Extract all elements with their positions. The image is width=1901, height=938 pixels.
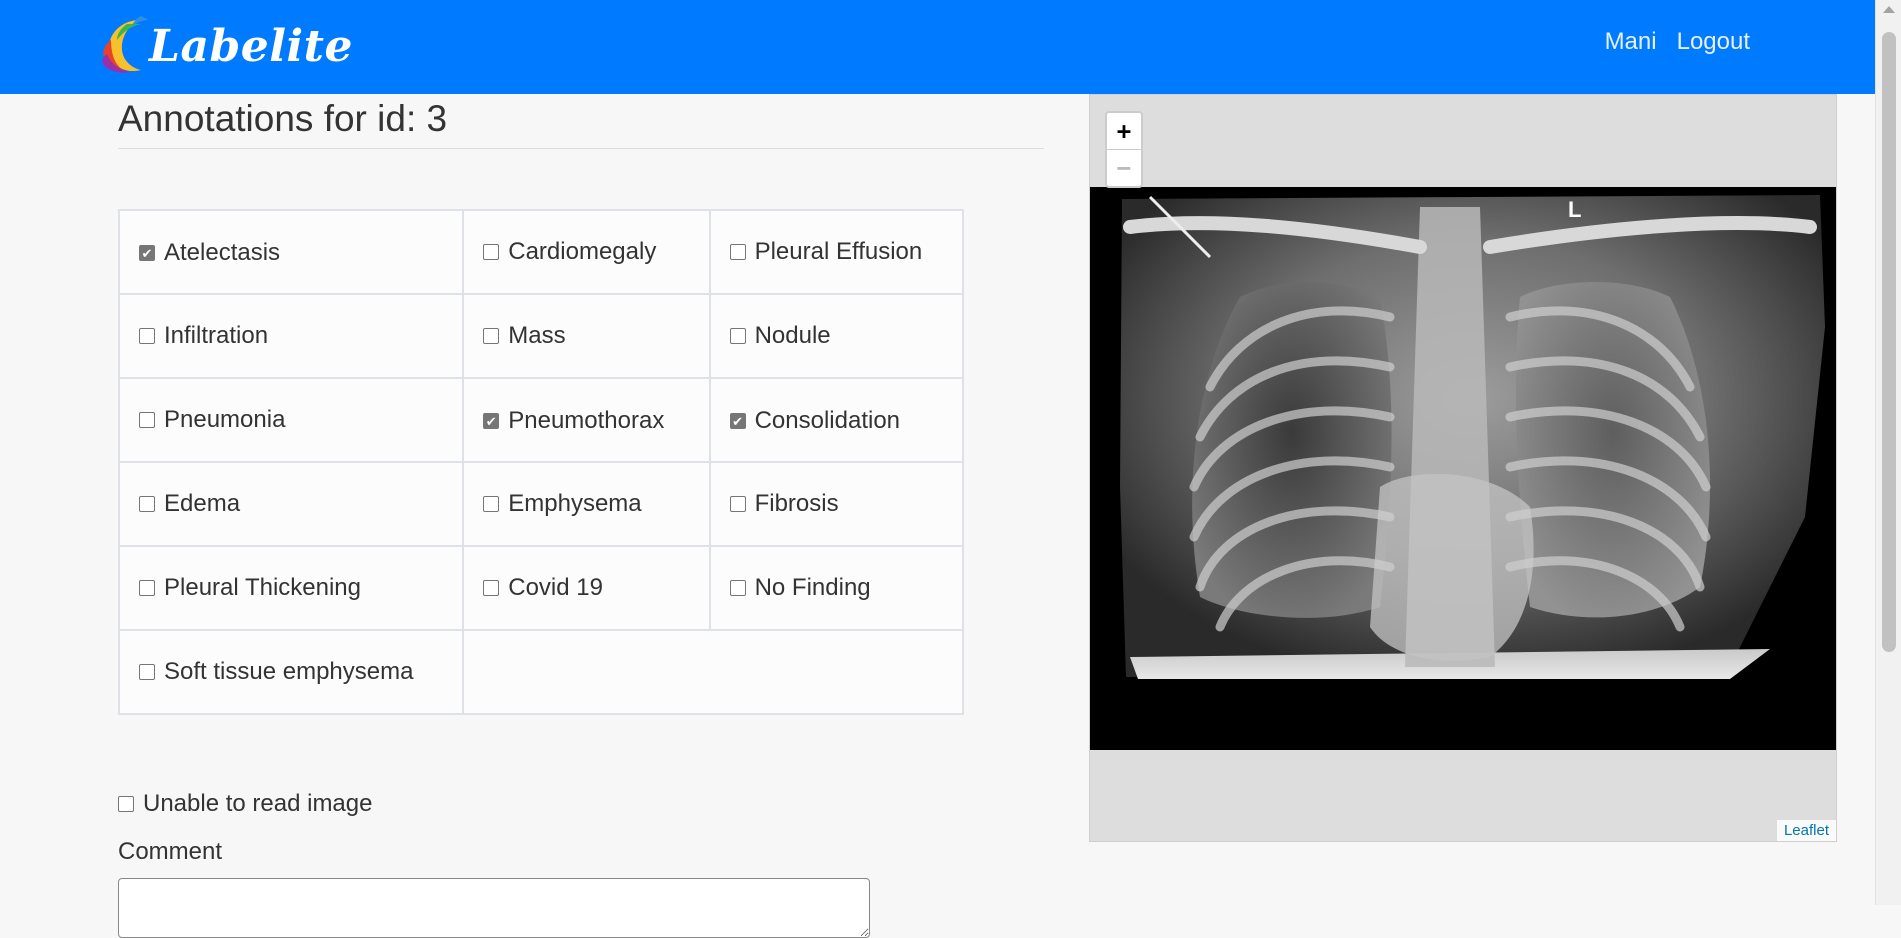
label-checkbox[interactable] — [483, 579, 500, 596]
navbar: Labelite Mani Logout — [0, 0, 1876, 94]
label-option[interactable]: Covid 19 — [483, 574, 603, 602]
label-text: Atelectasis — [164, 239, 281, 267]
label-checkbox[interactable]: ✔ — [483, 413, 500, 430]
label-checkbox[interactable]: ✔ — [729, 413, 746, 430]
label-text: Fibrosis — [754, 489, 839, 517]
label-cell: Covid 19 — [462, 545, 711, 631]
label-checkbox[interactable] — [483, 243, 500, 260]
labels-row: Pneumonia ✔ Pneumothorax ✔ Consolidation — [117, 377, 965, 463]
leaflet-attribution-link[interactable]: Leaflet — [1776, 820, 1836, 841]
label-checkbox[interactable] — [483, 327, 500, 344]
label-checkbox[interactable] — [139, 327, 155, 344]
page-title: Annotations for id: 3 — [118, 98, 1044, 149]
label-checkbox[interactable] — [729, 243, 746, 260]
logout-link[interactable]: Logout — [1677, 28, 1750, 56]
comment-label: Comment — [118, 838, 223, 865]
labels-row: Infiltration Mass Nodule — [117, 293, 965, 379]
label-option[interactable]: Nodule — [729, 321, 831, 350]
label-checkbox[interactable] — [483, 495, 500, 512]
unable-to-read-row: Unable to read image — [118, 790, 372, 819]
zoom-control: + − — [1105, 111, 1143, 188]
labels-row: Edema Emphysema Fibrosis — [117, 461, 965, 547]
label-cell: Pleural Effusion — [708, 209, 965, 295]
label-option[interactable]: Pneumonia — [139, 406, 285, 434]
label-text: Pneumothorax — [508, 407, 665, 435]
label-cell: ✔ Consolidation — [708, 377, 965, 463]
labels-empty-cell — [462, 629, 964, 715]
zoom-in-button[interactable]: + — [1107, 113, 1141, 149]
label-checkbox[interactable] — [729, 495, 746, 512]
label-option[interactable]: Pleural Effusion — [729, 237, 923, 266]
label-option[interactable]: Cardiomegaly — [483, 238, 656, 266]
label-option[interactable]: Infiltration — [139, 322, 268, 350]
label-cell: Infiltration — [117, 293, 465, 379]
label-text: Nodule — [754, 321, 831, 349]
label-checkbox[interactable] — [139, 411, 155, 428]
label-checkbox[interactable] — [139, 663, 155, 680]
label-checkbox[interactable] — [729, 579, 746, 596]
label-text: Infiltration — [164, 321, 269, 349]
label-text: Emphysema — [508, 489, 642, 517]
label-checkbox[interactable] — [139, 495, 155, 512]
xray-side-marker: L — [1568, 197, 1581, 222]
xray-image[interactable]: L — [1090, 187, 1836, 750]
label-cell: No Finding — [708, 545, 965, 631]
labels-row: Pleural Thickening Covid 19 No Finding — [117, 545, 965, 631]
unable-to-read-checkbox[interactable] — [118, 796, 134, 812]
label-checkbox[interactable] — [729, 327, 746, 344]
label-text: No Finding — [754, 573, 871, 601]
label-cell: Pneumonia — [117, 377, 465, 463]
label-text: Soft tissue emphysema — [164, 657, 414, 685]
label-text: Consolidation — [754, 407, 901, 435]
label-cell: Nodule — [708, 293, 965, 379]
label-text: Mass — [508, 321, 566, 349]
label-option[interactable]: Fibrosis — [729, 489, 839, 518]
label-cell: Pleural Thickening — [117, 545, 465, 631]
unable-to-read-label[interactable]: Unable to read image — [118, 790, 372, 818]
labels-row: Soft tissue emphysema — [117, 629, 964, 715]
label-text: Cardiomegaly — [508, 237, 657, 265]
label-text: Pleural Effusion — [754, 237, 923, 265]
brand-name: Labelite — [149, 20, 353, 72]
label-text: Pleural Thickening — [164, 573, 362, 601]
label-cell: Mass — [462, 293, 711, 379]
user-link[interactable]: Mani — [1605, 28, 1657, 56]
label-option[interactable]: Mass — [483, 321, 566, 350]
comment-input[interactable] — [118, 878, 870, 938]
brand-link[interactable]: Labelite — [97, 10, 353, 82]
scroll-up-arrow-icon[interactable] — [1883, 6, 1895, 13]
page-scrollbar[interactable] — [1875, 0, 1901, 905]
labels-row: ✔ Atelectasis Cardiomegaly Pleural Effusion — [117, 209, 965, 295]
label-cell: Emphysema — [462, 461, 711, 547]
label-option[interactable]: Edema — [139, 490, 240, 518]
label-cell: Fibrosis — [708, 461, 965, 547]
zoom-out-button[interactable]: − — [1107, 149, 1141, 186]
labels-table: ✔ Atelectasis Cardiomegaly Pleural Effusion… — [117, 209, 965, 715]
label-cell: Edema — [117, 461, 465, 547]
label-option[interactable]: Pleural Thickening — [139, 574, 361, 602]
label-checkbox[interactable] — [139, 579, 155, 596]
label-option[interactable]: Emphysema — [483, 489, 642, 518]
label-option[interactable]: ✔ Atelectasis — [139, 239, 280, 267]
image-viewer[interactable]: L + − Leaflet — [1089, 94, 1837, 842]
label-cell: ✔ Pneumothorax — [462, 377, 711, 463]
label-cell: ✔ Atelectasis — [117, 209, 465, 295]
label-option[interactable]: ✔ Consolidation — [729, 407, 901, 435]
label-option[interactable]: No Finding — [729, 573, 871, 602]
label-text: Pneumonia — [164, 405, 286, 433]
label-cell: Soft tissue emphysema — [117, 629, 465, 715]
unable-to-read-text: Unable to read image — [143, 790, 373, 817]
scroll-thumb[interactable] — [1882, 32, 1896, 652]
label-text: Covid 19 — [508, 573, 603, 601]
nav-links: Mani Logout — [1605, 28, 1750, 56]
label-text: Edema — [164, 489, 241, 517]
label-cell: Cardiomegaly — [462, 209, 711, 295]
label-option[interactable]: ✔ Pneumothorax — [483, 407, 664, 435]
label-checkbox[interactable]: ✔ — [139, 245, 155, 262]
label-option[interactable]: Soft tissue emphysema — [139, 658, 413, 686]
